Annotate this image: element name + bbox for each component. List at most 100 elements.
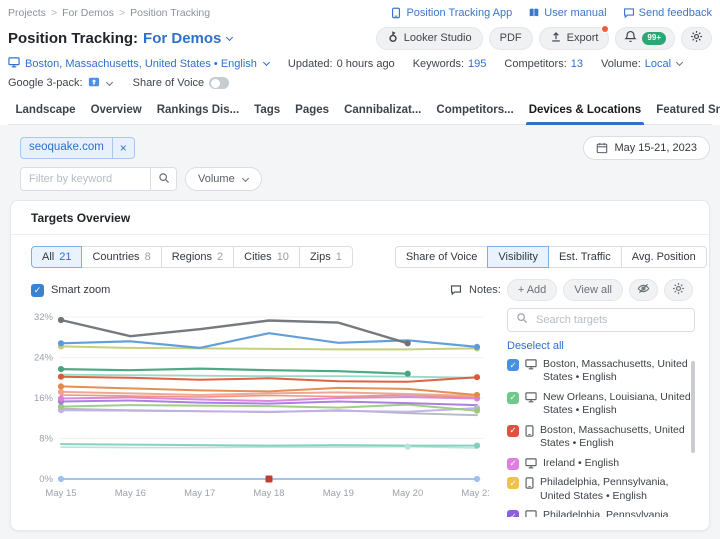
target-checkbox[interactable]	[507, 392, 519, 404]
note-icon	[450, 284, 462, 296]
eye-off-icon	[637, 282, 650, 298]
deselect-all-link[interactable]: Deselect all	[507, 340, 564, 352]
metric-share-of-voice[interactable]: Share of Voice	[395, 246, 489, 268]
view-all-notes-button[interactable]: View all	[563, 279, 623, 301]
breadcrumb-item-position-tracking[interactable]: Position Tracking	[130, 7, 210, 19]
chart-settings-button[interactable]	[664, 279, 693, 301]
app-icon	[390, 7, 402, 19]
notifications-button[interactable]: 99+	[615, 27, 675, 50]
pdf-button[interactable]: PDF	[489, 27, 533, 50]
scope-cities[interactable]: Cities10	[233, 246, 300, 268]
volume-meta[interactable]: Volume: Local	[601, 58, 683, 70]
keyword-search-button[interactable]	[150, 167, 177, 191]
date-range-button[interactable]: May 15-21, 2023	[583, 136, 710, 160]
target-item[interactable]: Ireland • English	[507, 457, 695, 470]
tab-devices-locations[interactable]: Devices & Locations	[521, 98, 648, 124]
tab-landscape[interactable]: Landscape	[8, 98, 83, 124]
svg-text:May 15: May 15	[45, 488, 76, 499]
metric-segmented-control: Share of VoiceVisibilityEst. TrafficAvg.…	[395, 246, 707, 268]
header-link-position-tracking-app[interactable]: Position Tracking App	[390, 7, 512, 19]
export-button[interactable]: Export	[539, 27, 610, 50]
smart-zoom-control[interactable]: Smart zoom	[31, 284, 110, 297]
tab-bar: LandscapeOverviewRankings Dis...TagsPage…	[8, 98, 712, 125]
target-checkbox[interactable]	[507, 359, 519, 371]
competitors-value[interactable]: 13	[571, 58, 583, 70]
volume-filter-dropdown[interactable]: Volume	[185, 167, 262, 191]
target-item[interactable]: Boston, Massachusetts, United States • E…	[507, 424, 695, 451]
scope-all[interactable]: All21	[31, 246, 82, 268]
looker-studio-button[interactable]: Looker Studio	[376, 27, 483, 50]
segment-count: 2	[217, 251, 223, 263]
tab-overview[interactable]: Overview	[83, 98, 149, 124]
mobile-icon	[525, 477, 534, 489]
add-note-button[interactable]: + Add	[507, 279, 557, 301]
scope-countries[interactable]: Countries8	[81, 246, 161, 268]
svg-text:8%: 8%	[39, 434, 53, 445]
metric-visibility[interactable]: Visibility	[487, 246, 549, 268]
share-of-voice-toggle[interactable]	[209, 77, 229, 89]
breadcrumb-item-projects[interactable]: Projects	[8, 7, 46, 19]
targets-scrollbar[interactable]	[691, 361, 695, 453]
keywords-value[interactable]: 195	[468, 58, 486, 70]
close-icon[interactable]: ×	[112, 138, 134, 158]
segment-label: Cities	[244, 251, 272, 263]
monitor-icon	[525, 359, 537, 370]
project-selector[interactable]: For Demos	[143, 30, 233, 47]
tab-competitors[interactable]: Competitors...	[429, 98, 521, 124]
scope-segmented-control: All21Countries8Regions2Cities10Zips1	[31, 246, 353, 268]
target-chip-label: seoquake.com	[21, 138, 112, 158]
svg-text:24%: 24%	[34, 353, 54, 364]
scope-zips[interactable]: Zips1	[299, 246, 353, 268]
volume-filter-label: Volume	[198, 173, 235, 185]
metric-est-traffic[interactable]: Est. Traffic	[548, 246, 622, 268]
tab-pages[interactable]: Pages	[288, 98, 337, 124]
metric-avg-position[interactable]: Avg. Position	[621, 246, 707, 268]
target-label: Philadelphia, Pennsylvania,	[543, 509, 695, 517]
target-item[interactable]: New Orleans, Louisiana, United States • …	[507, 391, 695, 418]
content-area: seoquake.com × May 15-21, 2023 Volume Ta…	[0, 125, 720, 539]
notes-controls: Notes: + Add View all	[450, 279, 693, 301]
header-link-send-feedback[interactable]: Send feedback	[623, 7, 712, 19]
keyword-filter-input[interactable]	[20, 167, 150, 191]
tab-rankings-dis[interactable]: Rankings Dis...	[149, 98, 246, 124]
updated-label: Updated:	[288, 58, 333, 70]
breadcrumb-item-for-demos[interactable]: For Demos	[62, 7, 114, 19]
location-selector[interactable]: Boston, Massachusetts, United States • E…	[8, 57, 270, 71]
smart-zoom-checkbox[interactable]	[31, 284, 44, 297]
header-links: Position Tracking App User manual Send fee…	[390, 7, 712, 19]
keyword-filter	[20, 167, 177, 191]
segment-label: Countries	[92, 251, 139, 263]
page-title-text: Position Tracking:	[8, 30, 138, 47]
target-item[interactable]: Boston, Massachusetts, United States • E…	[507, 358, 695, 385]
settings-button[interactable]	[681, 27, 712, 50]
svg-text:32%: 32%	[34, 312, 54, 323]
pdf-label: PDF	[500, 32, 522, 44]
tab-featured-sni[interactable]: Featured Sni...	[649, 98, 720, 124]
target-item[interactable]: Philadelphia, Pennsylvania, United State…	[507, 476, 695, 503]
header-link-user-manual[interactable]: User manual	[528, 7, 606, 19]
target-checkbox[interactable]	[507, 425, 519, 437]
target-checkbox[interactable]	[507, 510, 519, 517]
target-checkbox[interactable]	[507, 458, 519, 470]
scope-regions[interactable]: Regions2	[161, 246, 234, 268]
chevron-down-icon	[263, 59, 270, 66]
header-link-label: Send feedback	[639, 7, 712, 19]
notification-badge: 99+	[642, 32, 666, 45]
feedback-icon	[623, 7, 635, 19]
header: Projects>For Demos>Position Tracking Pos…	[0, 0, 720, 125]
header-link-label: Position Tracking App	[406, 7, 512, 19]
visibility-chart-container: 32%24%16%8%0%May 15May 16May 17May 18May…	[19, 305, 501, 518]
targets-search-input[interactable]	[534, 313, 686, 327]
updated-value: 0 hours ago	[337, 58, 395, 70]
target-checkbox[interactable]	[507, 477, 519, 489]
google-3-pack-icon	[88, 76, 100, 91]
hide-notes-button[interactable]	[629, 279, 658, 301]
targets-search-box	[507, 308, 695, 332]
volume-value: Local	[645, 58, 671, 70]
tab-cannibalizat[interactable]: Cannibalizat...	[337, 98, 429, 124]
google-3-pack-selector[interactable]: Google 3-pack:	[8, 76, 113, 91]
search-icon	[158, 172, 170, 187]
target-item[interactable]: Philadelphia, Pennsylvania,	[507, 509, 695, 517]
tab-tags[interactable]: Tags	[247, 98, 288, 124]
keywords-label: Keywords:	[413, 58, 464, 70]
